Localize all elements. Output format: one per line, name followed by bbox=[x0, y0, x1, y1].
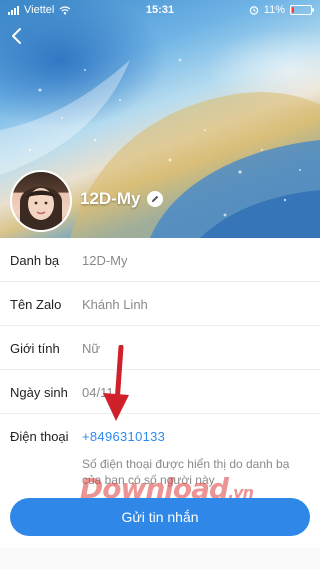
profile-name-row: 12D-My bbox=[80, 189, 164, 209]
alarm-icon bbox=[249, 6, 258, 15]
annotation-arrow-icon bbox=[103, 345, 129, 421]
pencil-icon bbox=[152, 195, 159, 202]
info-label: Danh bạ bbox=[10, 253, 60, 268]
info-label: Điện thoại bbox=[10, 429, 69, 444]
battery-percent: 11% bbox=[263, 4, 285, 16]
info-row-contacts: Danh bạ 12D-My bbox=[0, 238, 320, 282]
status-left: Viettel bbox=[8, 4, 71, 16]
info-list: Danh bạ 12D-My Tên Zalo Khánh Linh Giới … bbox=[0, 238, 320, 496]
back-button[interactable] bbox=[6, 26, 26, 46]
send-message-button[interactable]: Gửi tin nhắn bbox=[10, 498, 310, 536]
info-label: Tên Zalo bbox=[10, 297, 62, 312]
chevron-left-icon bbox=[12, 28, 21, 44]
battery-icon bbox=[290, 5, 314, 15]
carrier-name: Viettel bbox=[24, 4, 55, 16]
info-value: Khánh Linh bbox=[82, 297, 148, 312]
wifi-icon bbox=[59, 5, 71, 14]
avatar-photo bbox=[20, 187, 62, 230]
signal-icon bbox=[8, 5, 19, 15]
info-label: Ngày sinh bbox=[10, 385, 68, 400]
status-bar: Viettel 15:31 11% bbox=[0, 0, 320, 20]
info-value: 12D-My bbox=[82, 253, 128, 268]
avatar[interactable] bbox=[10, 170, 72, 232]
info-row-birthday: Ngày sinh 04/11 bbox=[0, 370, 320, 414]
info-row-gender: Giới tính Nữ bbox=[0, 326, 320, 370]
status-right: 11% bbox=[249, 4, 314, 16]
info-row-zalo-name: Tên Zalo Khánh Linh bbox=[0, 282, 320, 326]
info-label: Giới tính bbox=[10, 341, 60, 356]
edit-name-button[interactable] bbox=[147, 191, 164, 207]
bottom-safe-area bbox=[0, 548, 320, 569]
profile-name: 12D-My bbox=[80, 189, 141, 208]
